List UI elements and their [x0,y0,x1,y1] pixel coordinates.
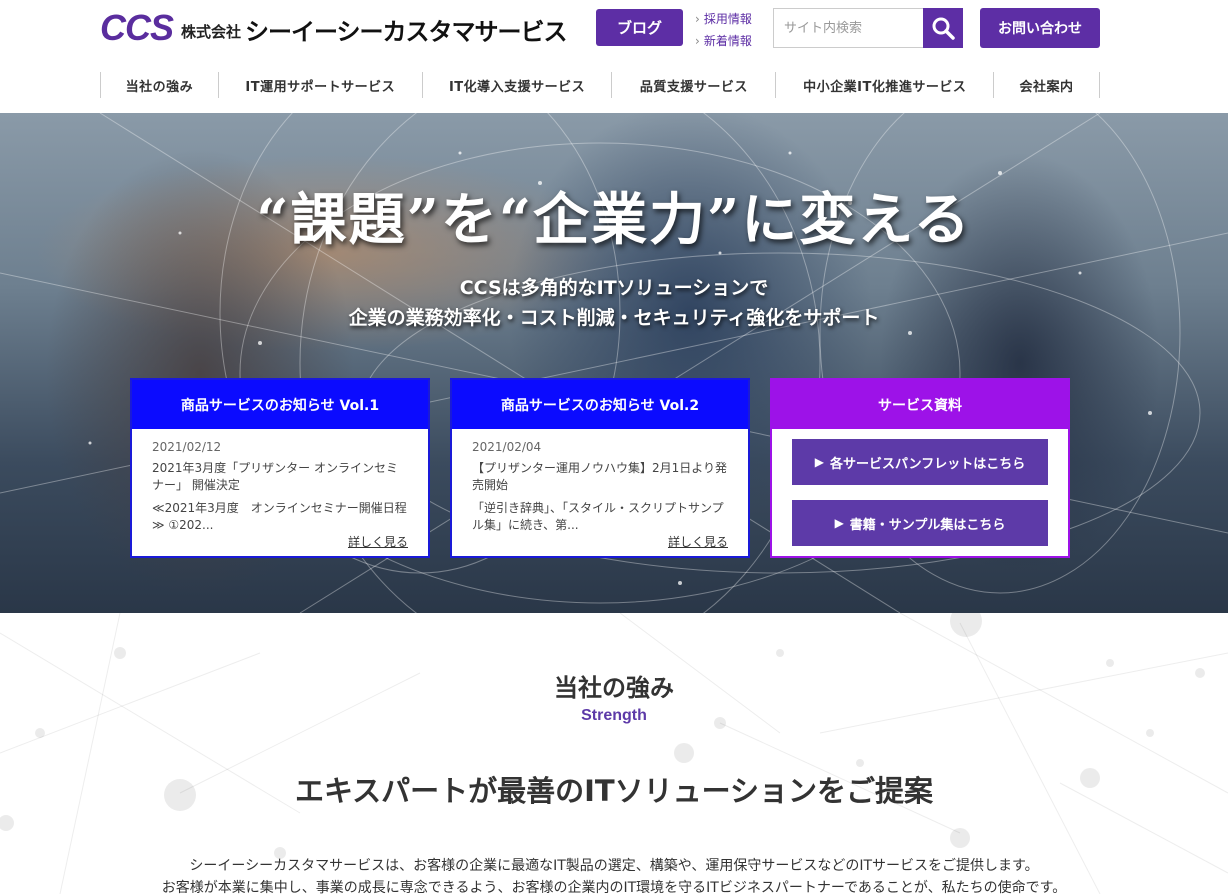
search-button[interactable] [923,8,963,48]
nav-item-it-introduction-support[interactable]: IT化導入支援サービス [423,72,613,98]
nav-item-quality-support[interactable]: 品質支援サービス [612,72,777,98]
section-description-line-2: お客様が本業に集中し、事業の成長に専念できるよう、お客様の企業内のIT環境を守る… [161,880,1067,894]
pamphlets-button[interactable]: ▶ 各サービスパンフレットはこちら [792,439,1048,485]
hero-title: “課題”を“企業力”に変える [256,187,972,253]
search-input[interactable] [773,8,923,48]
news-card-body: 2021/02/12 2021年3月度「プリザンター オンラインセミナー」 開催… [132,429,428,534]
news-excerpt: ≪2021年3月度 オンラインセミナー開催日程≫ ①202... [152,501,407,532]
logo-company-type: 株式会社 [181,22,242,41]
play-triangle-icon: ▶ [814,455,824,469]
logo-mark: CCS [100,7,174,48]
news-card-body: 2021/02/04 【プリザンター運用ノウハウ集】2月1日より発売開始 「逆引… [452,429,748,534]
service-documents-card: サービス資料 ▶ 各サービスパンフレットはこちら ▶ 書籍・サンプル集はこちら [770,378,1070,558]
search-icon [932,17,955,40]
strength-section: 当社の強み Strength エキスパートが最善のITソリューションをご提案 シ… [0,613,1228,894]
news-excerpt: 「逆引き辞典」、「スタイル・スクリプトサンプル集」に続き、第... [472,501,724,532]
site-header: CCS 株式会社 シーイーシーカスタマサービス ブログ 採用情報 新着情報 お問… [0,0,1228,113]
network-decoration-graphic [0,613,1228,894]
news-read-more-link[interactable]: 詳しく見る [668,533,728,550]
hero-subtitle-line-2: 企業の業務効率化・コスト削減・セキュリティ強化をサポート [348,307,880,329]
books-samples-button-label: 書籍・サンプル集はこちら [849,517,1006,533]
news-title[interactable]: 2021年3月度「プリザンター オンラインセミナー」 開催決定 [152,460,408,494]
news-read-more-link[interactable]: 詳しく見る [348,533,408,550]
nav-item-it-operation-support[interactable]: IT運用サポートサービス [219,72,423,98]
site-search [773,8,963,48]
blog-button[interactable]: ブログ [596,9,683,46]
news-link[interactable]: 新着情報 [695,30,752,52]
news-date: 2021/02/04 [472,440,542,454]
play-triangle-icon: ▶ [834,516,844,530]
news-card-vol2[interactable]: 商品サービスのお知らせ Vol.2 2021/02/04 【プリザンター運用ノウ… [450,378,750,558]
pamphlets-button-label: 各サービスパンフレットはこちら [829,456,1026,472]
news-date: 2021/02/12 [152,440,222,454]
service-documents-heading: サービス資料 [772,380,1068,429]
section-description-line-1: シーイーシーカスタマサービスは、お客様の企業に最適なIT製品の選定、構築や、運用… [189,858,1039,874]
books-samples-button[interactable]: ▶ 書籍・サンプル集はこちら [792,500,1048,546]
section-description: シーイーシーカスタマサービスは、お客様の企業に最適なIT製品の選定、構築や、運用… [0,855,1228,894]
hero-subtitle: CCSは多角的なITソリューションで 企業の業務効率化・コスト削減・セキュリティ… [0,273,1228,333]
recruit-link[interactable]: 採用情報 [695,8,752,30]
news-card-vol1[interactable]: 商品サービスのお知らせ Vol.1 2021/02/12 2021年3月度「プリ… [130,378,430,558]
news-card-heading: 商品サービスのお知らせ Vol.2 [452,380,748,429]
global-nav: 当社の強み IT運用サポートサービス IT化導入支援サービス 品質支援サービス … [100,72,1100,98]
logo-company-name: シーイーシーカスタマサービス [245,17,568,46]
section-lead: エキスパートが最善のITソリューションをご提案 [294,774,934,808]
section-subtitle-en: Strength [581,707,647,724]
contact-button[interactable]: お問い合わせ [980,8,1100,48]
nav-item-strength[interactable]: 当社の強み [101,72,219,98]
hero-banner: “課題”を“企業力”に変える CCSは多角的なITソリューションで 企業の業務効… [0,113,1228,613]
news-card-heading: 商品サービスのお知らせ Vol.1 [132,380,428,429]
nav-item-sme-it-promotion[interactable]: 中小企業IT化推進サービス [776,72,995,98]
header-links: 採用情報 新着情報 [695,8,752,52]
nav-item-company-info[interactable]: 会社案内 [994,72,1100,98]
news-title[interactable]: 【プリザンター運用ノウハウ集】2月1日より発売開始 [472,460,728,494]
site-logo[interactable]: CCS 株式会社 シーイーシーカスタマサービス [100,7,568,48]
section-title: 当社の強み [554,674,674,702]
hero-subtitle-line-1: CCSは多角的なITソリューションで [459,277,769,299]
